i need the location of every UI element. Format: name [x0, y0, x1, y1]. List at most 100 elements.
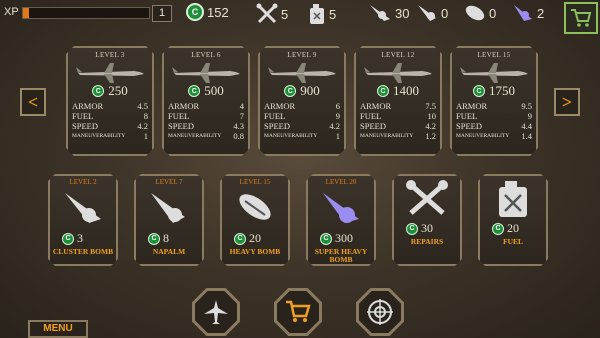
coin-icon: C [148, 233, 160, 245]
napalm-icon [147, 189, 191, 229]
maneuverability-value: 0.8 [233, 131, 244, 141]
fuel-can-icon [491, 179, 535, 219]
plane-icon [362, 61, 434, 85]
target-icon [367, 299, 393, 325]
plane-icon [204, 300, 228, 324]
heavy-bomb-icon [233, 189, 277, 229]
stat-label: MANEUVERABILITY [360, 133, 414, 139]
speed-value: 4.2 [425, 121, 436, 131]
item-price: C 30 [406, 221, 460, 236]
fuel-value: 9 [335, 111, 340, 121]
stat-label: ARMOR [264, 101, 296, 111]
plane-level: LEVEL 15 [477, 51, 511, 59]
heavy-bomb-count: 0 [464, 3, 496, 23]
plane-card[interactable]: LEVEL 6 C 500 ARMOR 4 FUEL 7 SPEED 4.3 MANE… [162, 46, 250, 156]
shop-button[interactable] [274, 288, 322, 336]
xp-label: XP [4, 6, 19, 18]
stat-label: MANEUVERABILITY [456, 133, 510, 139]
fuel-value: 10 [427, 111, 436, 121]
armor-value: 6 [335, 101, 340, 111]
stat-label: FUEL [456, 111, 478, 121]
plane-level: LEVEL 9 [287, 51, 317, 59]
coin-count: 152 [207, 4, 229, 20]
next-page-button[interactable]: > [554, 88, 580, 116]
plane-price: C 1400 [356, 83, 440, 99]
price-value: 20 [507, 221, 519, 235]
repairs-value: 5 [281, 6, 289, 22]
stat-label: MANEUVERABILITY [264, 133, 318, 139]
item-card[interactable]: LEVEL 7 C 8 NAPALM [134, 174, 204, 266]
hangar-button[interactable] [192, 288, 240, 336]
stat-label: FUEL [360, 111, 382, 121]
plane-price: C 900 [260, 83, 344, 99]
item-card[interactable]: C 30 REPAIRS [392, 174, 462, 266]
chevron-left-icon: < [27, 91, 39, 112]
menu-button[interactable]: MENU [28, 320, 88, 338]
fuel-value: 5 [329, 6, 337, 22]
price-value: 20 [249, 231, 261, 245]
cart-icon [571, 9, 592, 27]
prev-page-button[interactable]: < [20, 88, 46, 116]
stat-label: FUEL [72, 111, 94, 121]
plane-card[interactable]: LEVEL 3 C 250 ARMOR 4.5 FUEL 8 SPEED 4.2 MA… [66, 46, 154, 156]
wrench-icon [405, 179, 449, 219]
stat-label: ARMOR [360, 101, 392, 111]
item-name: CLUSTER BOMB [52, 247, 114, 256]
item-card[interactable]: LEVEL 2 C 3 CLUSTER BOMB [48, 174, 118, 266]
coin-icon: C [62, 233, 74, 245]
fuel-count: 5 [308, 3, 336, 25]
plane-icon [458, 61, 530, 85]
plane-icon [74, 61, 146, 85]
plane-level: LEVEL 12 [381, 51, 415, 59]
stat-label: SPEED [360, 121, 386, 131]
plane-price: C 1750 [452, 83, 536, 99]
speed-value: 4.2 [329, 121, 340, 131]
heavy-bomb-icon [465, 5, 485, 21]
armor-value: 9.5 [521, 101, 532, 111]
coin-icon: C [186, 3, 204, 21]
speed-value: 4.4 [521, 121, 532, 131]
stat-label: SPEED [264, 121, 290, 131]
coin-icon: C [406, 223, 418, 235]
item-price: C 8 [148, 231, 202, 246]
coin-balance: C 152 [186, 3, 229, 21]
item-card[interactable]: LEVEL 15 C 20 HEAVY BOMB [220, 174, 290, 266]
price-value: 3 [77, 231, 83, 245]
armor-value: 4.5 [137, 101, 148, 111]
cluster-value: 30 [395, 5, 410, 21]
super-heavy-bomb-icon [319, 189, 363, 229]
heavy-value: 0 [489, 5, 497, 21]
plane-level: LEVEL 3 [95, 51, 125, 59]
item-card[interactable]: LEVEL 20 C 300 SUPER HEAVY BOMB [306, 174, 376, 266]
coin-icon: C [284, 85, 296, 97]
player-level: 1 [152, 5, 172, 22]
coin-icon: C [492, 223, 504, 235]
price-value: 8 [163, 231, 169, 245]
coin-icon: C [320, 233, 332, 245]
item-name: REPAIRS [410, 237, 444, 246]
item-level: LEVEL 7 [155, 178, 183, 186]
maneuverability-value: 1 [143, 131, 148, 141]
stat-label: FUEL [168, 111, 190, 121]
plane-card[interactable]: LEVEL 15 C 1750 ARMOR 9.5 FUEL 9 SPEED 4.4 … [450, 46, 538, 156]
maneuverability-value: 1.2 [425, 131, 436, 141]
missions-button[interactable] [356, 288, 404, 336]
xp-progress-bar [22, 7, 150, 19]
fuel-value: 8 [143, 111, 148, 121]
plane-card[interactable]: LEVEL 12 C 1400 ARMOR 7.5 FUEL 10 SPEED 4.2… [354, 46, 442, 156]
item-card[interactable]: C 20 FUEL [478, 174, 548, 266]
napalm-count: 0 [416, 3, 448, 23]
stat-label: ARMOR [72, 101, 104, 111]
stat-label: SPEED [168, 121, 194, 131]
napalm-icon [418, 5, 436, 21]
shop-cart-button[interactable] [564, 2, 598, 34]
stat-label: MANEUVERABILITY [168, 133, 222, 139]
stat-label: SPEED [456, 121, 482, 131]
plane-icon [170, 61, 242, 85]
repairs-count: 5 [256, 3, 288, 25]
armor-value: 7.5 [425, 101, 436, 111]
plane-card[interactable]: LEVEL 9 C 900 ARMOR 6 FUEL 9 SPEED 4.2 MANE… [258, 46, 346, 156]
price-value: 1750 [489, 83, 515, 98]
cluster-bomb-icon [370, 5, 390, 21]
maneuverability-value: 1.4 [521, 131, 532, 141]
